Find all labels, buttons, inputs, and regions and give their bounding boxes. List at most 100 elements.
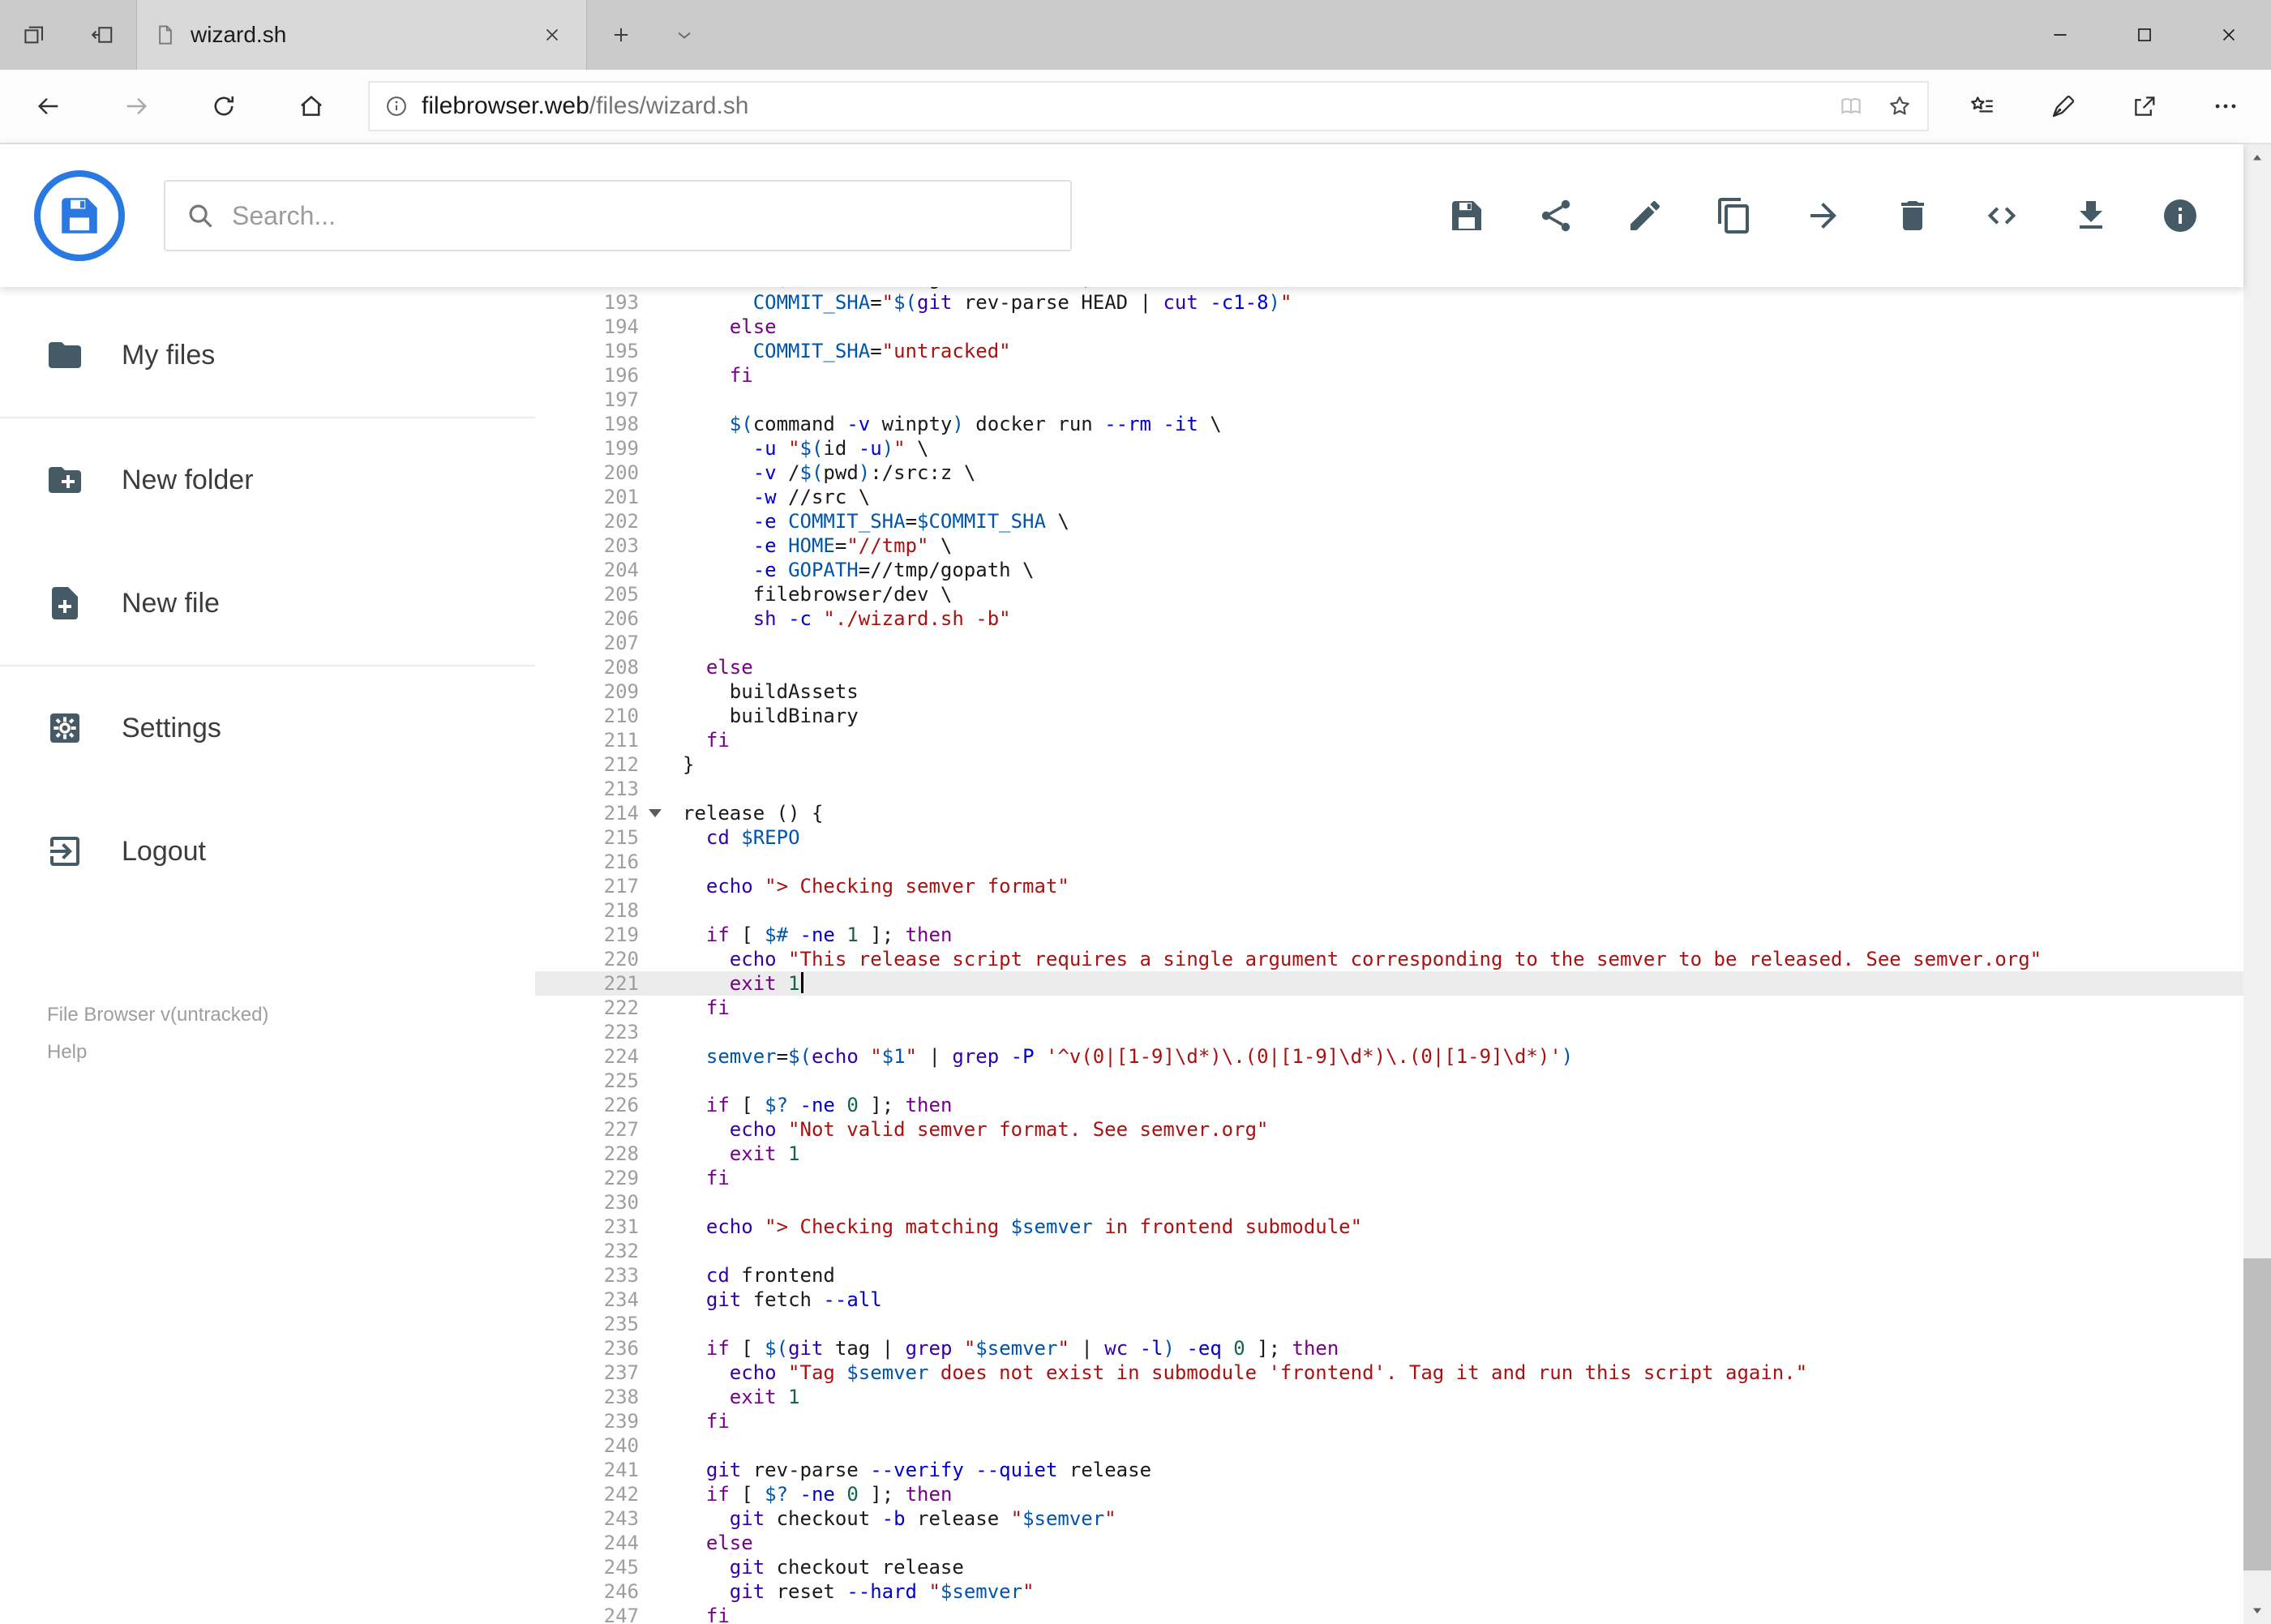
more-menu-button[interactable] (2185, 70, 2266, 143)
code-line[interactable]: 226 if [ $? -ne 0 ]; then (535, 1093, 2243, 1117)
code-line[interactable]: 201 -w //src \ (535, 485, 2243, 509)
code-line[interactable]: 240 (535, 1433, 2243, 1458)
share-page-button[interactable] (2104, 70, 2185, 143)
search-box[interactable] (164, 180, 1072, 251)
sidebar-item-logout[interactable]: Logout (0, 790, 535, 913)
close-window-button[interactable] (2187, 0, 2271, 70)
code-line[interactable]: 246 git reset --hard "$semver" (535, 1579, 2243, 1604)
code-line[interactable]: 236 if [ $(git tag | grep "$semver" | wc… (535, 1336, 2243, 1360)
home-button[interactable] (268, 70, 355, 143)
refresh-button[interactable] (180, 70, 268, 143)
code-editor[interactable]: 192 if [ "$(command -v git)" != "" ]; th… (535, 287, 2243, 1624)
code-line[interactable]: 193 COMMIT_SHA="$(git rev-parse HEAD | c… (535, 290, 2243, 315)
code-line[interactable]: 233 cd frontend (535, 1263, 2243, 1288)
browser-tab[interactable]: wizard.sh (136, 0, 587, 70)
scrollbar-thumb[interactable] (2243, 1258, 2271, 1570)
tab-preview-toggle[interactable] (655, 0, 713, 70)
site-info-icon[interactable] (384, 94, 409, 118)
code-line[interactable]: 211 fi (535, 728, 2243, 752)
code-line[interactable]: 247 fi (535, 1604, 2243, 1624)
back-button[interactable] (5, 70, 92, 143)
tabs-set-aside-button[interactable] (0, 0, 68, 70)
favorite-star-icon[interactable] (1887, 93, 1913, 119)
page-scrollbar[interactable] (2243, 144, 2271, 1624)
code-line[interactable]: 229 fi (535, 1166, 2243, 1190)
code-line[interactable]: 245 git checkout release (535, 1555, 2243, 1579)
code-line[interactable]: 194 else (535, 315, 2243, 339)
code-line[interactable]: 243 git checkout -b release "$semver" (535, 1506, 2243, 1531)
code-line[interactable]: 200 -v /$(pwd):/src:z \ (535, 461, 2243, 485)
code-line[interactable]: 238 exit 1 (535, 1385, 2243, 1409)
code-line[interactable]: 227 echo "Not valid semver format. See s… (535, 1117, 2243, 1142)
code-line[interactable]: 231 echo "> Checking matching $semver in… (535, 1215, 2243, 1239)
info-button[interactable] (2161, 196, 2200, 235)
code-line[interactable]: 199 -u "$(id -u)" \ (535, 436, 2243, 461)
code-line[interactable]: 244 else (535, 1531, 2243, 1555)
code-line[interactable]: 195 COMMIT_SHA="untracked" (535, 339, 2243, 363)
code-line[interactable]: 220 echo "This release script requires a… (535, 947, 2243, 971)
reading-view-icon[interactable] (1838, 93, 1864, 119)
save-button[interactable] (1447, 196, 1486, 235)
move-button[interactable] (1804, 196, 1843, 235)
fold-arrow-icon[interactable] (649, 809, 662, 817)
code-line[interactable]: 197 (535, 388, 2243, 412)
code-line[interactable]: 198 $(command -v winpty) docker run --rm… (535, 412, 2243, 436)
code-line[interactable]: 196 fi (535, 363, 2243, 388)
sidebar-item-new-file[interactable]: New file (0, 542, 535, 665)
web-note-button[interactable] (2023, 70, 2104, 143)
code-line[interactable]: 221 exit 1 (535, 971, 2243, 996)
code-line[interactable]: 205 filebrowser/dev \ (535, 582, 2243, 606)
code-line[interactable]: 223 (535, 1020, 2243, 1044)
sidebar-item-new-folder[interactable]: New folder (0, 418, 535, 542)
app-logo[interactable] (34, 170, 125, 261)
code-line[interactable]: 212} (535, 752, 2243, 777)
code-line[interactable]: 228 exit 1 (535, 1142, 2243, 1166)
code-line[interactable]: 217 echo "> Checking semver format" (535, 874, 2243, 898)
sidebar-item-my-files[interactable]: My files (0, 294, 535, 417)
code-line[interactable]: 242 if [ $? -ne 0 ]; then (535, 1482, 2243, 1506)
code-line[interactable]: 203 -e HOME="//tmp" \ (535, 533, 2243, 558)
address-bar[interactable]: filebrowser.web/files/wizard.sh (368, 81, 1929, 131)
code-line[interactable]: 218 (535, 898, 2243, 923)
code-line[interactable]: 209 buildAssets (535, 679, 2243, 704)
rename-button[interactable] (1626, 196, 1665, 235)
code-line[interactable]: 237 echo "Tag $semver does not exist in … (535, 1360, 2243, 1385)
code-line[interactable]: 224 semver=$(echo "$1" | grep -P '^v(0|[… (535, 1044, 2243, 1069)
code-line[interactable]: 210 buildBinary (535, 704, 2243, 728)
delete-button[interactable] (1893, 196, 1932, 235)
code-line[interactable]: 222 fi (535, 996, 2243, 1020)
code-line[interactable]: 214 release () { (535, 801, 2243, 825)
set-tabs-aside-button[interactable] (68, 0, 136, 70)
code-line[interactable]: 206 sh -c "./wizard.sh -b" (535, 606, 2243, 631)
copy-button[interactable] (1715, 196, 1754, 235)
tab-close-button[interactable] (534, 17, 570, 53)
download-button[interactable] (2072, 196, 2110, 235)
help-link[interactable]: Help (47, 1041, 87, 1064)
share-button[interactable] (1536, 196, 1575, 235)
new-tab-button[interactable] (587, 0, 655, 70)
maximize-button[interactable] (2102, 0, 2187, 70)
code-line[interactable]: 225 (535, 1069, 2243, 1093)
code-line[interactable]: 239 fi (535, 1409, 2243, 1433)
code-line[interactable]: 202 -e COMMIT_SHA=$COMMIT_SHA \ (535, 509, 2243, 533)
forward-button[interactable] (92, 70, 180, 143)
search-input[interactable] (232, 200, 1051, 231)
code-line[interactable]: 235 (535, 1312, 2243, 1336)
code-line[interactable]: 204 -e GOPATH=//tmp/gopath \ (535, 558, 2243, 582)
code-line[interactable]: 241 git rev-parse --verify --quiet relea… (535, 1458, 2243, 1482)
code-line[interactable]: 215 cd $REPO (535, 825, 2243, 850)
minimize-button[interactable] (2018, 0, 2102, 70)
code-line[interactable]: 230 (535, 1190, 2243, 1215)
code-line[interactable]: 213 (535, 777, 2243, 801)
scroll-down-arrow[interactable] (2243, 1596, 2271, 1624)
editor-mode-button[interactable] (1982, 196, 2021, 235)
code-line[interactable]: 234 git fetch --all (535, 1288, 2243, 1312)
sidebar-item-settings[interactable]: Settings (0, 666, 535, 790)
code-line[interactable]: 232 (535, 1239, 2243, 1263)
code-line[interactable]: 216 (535, 850, 2243, 874)
code-line[interactable]: 207 (535, 631, 2243, 655)
code-line[interactable]: 208 else (535, 655, 2243, 679)
scroll-up-arrow[interactable] (2243, 144, 2271, 172)
hub-favorites-button[interactable] (1942, 70, 2023, 143)
code-line[interactable]: 219 if [ $# -ne 1 ]; then (535, 923, 2243, 947)
